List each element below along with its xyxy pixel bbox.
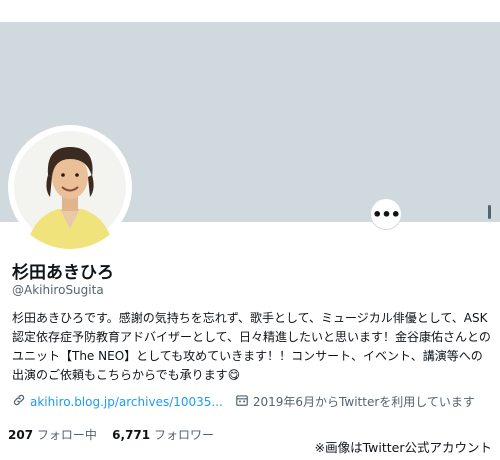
image-credit: ※画像はTwitter公式アカウント [312, 436, 494, 457]
following-link[interactable]: 207 フォロー中 [8, 428, 97, 442]
more-options-button[interactable]: ••• [370, 198, 402, 230]
avatar-image [14, 131, 126, 249]
following-label: フォロー中 [36, 428, 97, 442]
avatar[interactable] [8, 125, 132, 249]
calendar-icon [235, 393, 249, 410]
joined-date: 2019年6月からTwitterを利用しています [252, 395, 475, 409]
profile-name: 杉田あきひろ [12, 263, 114, 283]
follow-stats: 207 フォロー中 6,771 フォロワー [8, 426, 214, 443]
more-icon: ••• [372, 204, 401, 224]
profile-handle: @AkihiroSugita [12, 283, 104, 297]
followers-count: 6,771 [112, 428, 151, 442]
profile-bio: 杉田あきひろです。感謝の気持ちを忘れず、歌手として、ミュージカル俳優として、AS… [12, 311, 491, 382]
profile-link[interactable]: akihiro.blog.jp/archives/10035... [30, 395, 223, 409]
profile-meta: akihiro.blog.jp/archives/10035... 2019年6… [12, 393, 500, 410]
following-count: 207 [8, 428, 34, 442]
link-icon [12, 393, 26, 410]
followers-label: フォロワー [153, 428, 214, 442]
followers-link[interactable]: 6,771 フォロワー [112, 428, 214, 442]
cropped-button-edge [488, 205, 491, 219]
